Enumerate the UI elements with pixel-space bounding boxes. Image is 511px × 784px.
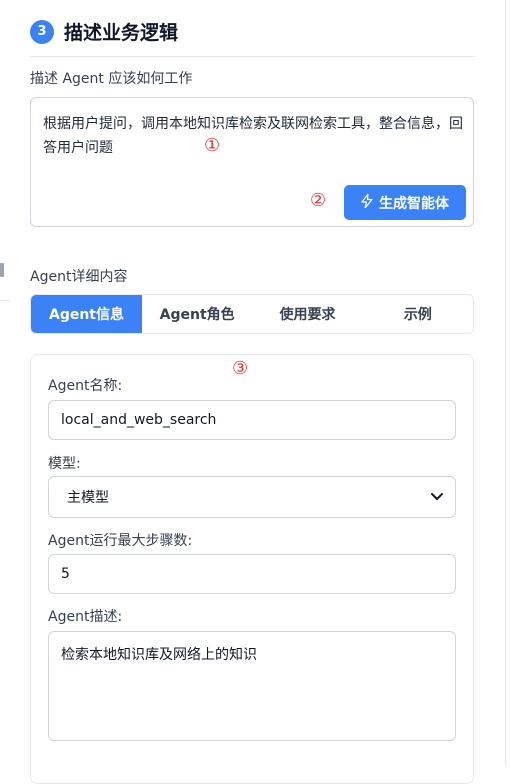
agent-name-input[interactable]: local_and_web_search — [48, 400, 456, 440]
generate-agent-button[interactable]: 生成智能体 — [344, 185, 466, 220]
agent-name-value: local_and_web_search — [61, 412, 217, 428]
annotation-marker-1: ① — [204, 135, 221, 156]
detail-tabs: Agent信息 Agent角色 使用要求 示例 — [30, 294, 474, 334]
agent-name-label: Agent名称: — [48, 378, 123, 394]
left-panel-divider — [0, 300, 10, 301]
left-panel-edge — [0, 0, 10, 766]
agent-description-label: Agent描述: — [48, 609, 123, 625]
tab-agent-info[interactable]: Agent信息 — [31, 295, 142, 333]
description-label: 描述 Agent 应该如何工作 — [30, 71, 193, 87]
header-divider — [30, 56, 475, 57]
chevron-down-icon — [431, 490, 443, 504]
tab-examples[interactable]: 示例 — [363, 295, 473, 333]
annotation-marker-2: ② — [310, 190, 327, 211]
step-title: 描述业务逻辑 — [64, 22, 179, 44]
max-steps-value: 5 — [61, 566, 70, 582]
card-border — [505, 0, 506, 766]
step-number-badge: 3 — [30, 19, 54, 44]
tab-agent-role[interactable]: Agent角色 — [142, 295, 252, 333]
tab-usage-requirements[interactable]: 使用要求 — [252, 295, 362, 333]
left-panel-fragment — [0, 263, 4, 277]
description-text: 根据用户提问，调用本地知识库检索及联网检索工具，整合信息，回答用户问题 — [43, 116, 463, 156]
details-label: Agent详细内容 — [30, 269, 128, 285]
max-steps-input[interactable]: 5 — [48, 554, 456, 594]
generate-agent-label: 生成智能体 — [379, 195, 449, 212]
model-value: 主模型 — [67, 490, 109, 506]
annotation-marker-3: ③ — [232, 358, 249, 379]
agent-info-panel: ③ Agent名称: local_and_web_search 模型: 主模型 … — [30, 354, 474, 784]
description-textarea[interactable]: 根据用户提问，调用本地知识库检索及联网检索工具，整合信息，回答用户问题 ① ② … — [30, 97, 474, 227]
lightning-icon — [361, 192, 373, 212]
agent-description-value: 检索本地知识库及网络上的知识 — [61, 647, 257, 663]
model-select[interactable]: 主模型 — [48, 476, 456, 518]
max-steps-label: Agent运行最大步骤数: — [48, 533, 193, 549]
agent-description-textarea[interactable]: 检索本地知识库及网络上的知识 — [48, 631, 456, 741]
step-header: 3 描述业务逻辑 — [30, 18, 178, 45]
model-label: 模型: — [48, 456, 81, 472]
